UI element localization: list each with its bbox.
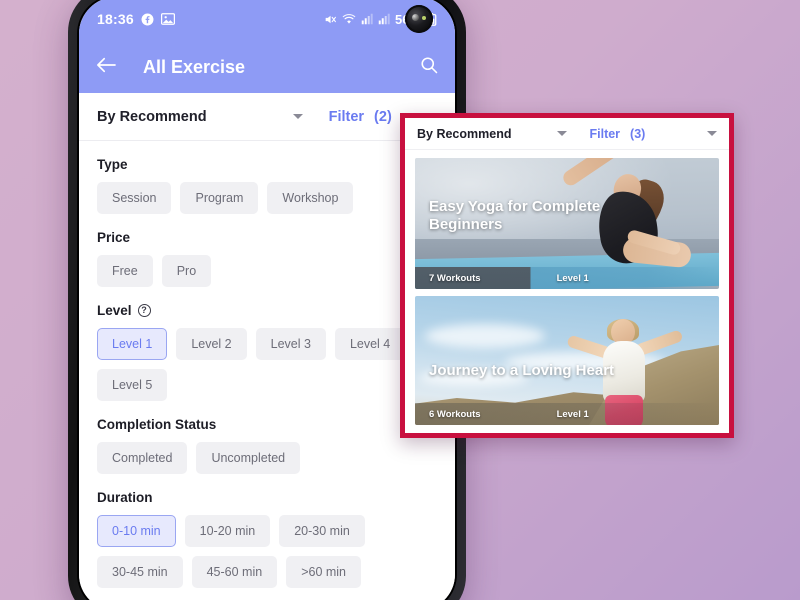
filter-chip-row: Completed Uncompleted: [97, 442, 437, 474]
wifi-icon: [342, 13, 356, 25]
course-card-footer: 6 Workouts Level 1: [415, 403, 719, 425]
course-workouts-count: 6 Workouts: [429, 408, 481, 420]
course-card-footer: 7 Workouts Level 1: [415, 267, 719, 289]
filter-chip[interactable]: Workshop: [267, 182, 354, 214]
course-level-badge: Level 1: [556, 408, 589, 420]
course-level-badge: Level 1: [556, 272, 589, 284]
facebook-icon: [141, 13, 154, 26]
filter-chip[interactable]: Level 5: [97, 369, 168, 401]
filter-count-badge: (2): [374, 108, 392, 125]
chevron-down-icon[interactable]: [707, 131, 717, 136]
filter-chip[interactable]: 0-10 min: [97, 515, 176, 547]
status-bar: 18:36: [79, 0, 455, 41]
filter-chip-row: 0-10 min 10-20 min 20-30 min 30-45 min 45-60…: [97, 515, 437, 588]
course-workouts-count: 7 Workouts: [429, 272, 481, 284]
course-card-title: Easy Yoga for Complete Beginners: [429, 198, 601, 234]
filter-chip[interactable]: Completed: [97, 442, 188, 474]
chevron-down-icon[interactable]: [557, 131, 568, 136]
filter-group: Price Free Pro: [97, 230, 437, 287]
front-camera-punchhole: [405, 5, 433, 33]
filter-group-title: Completion Status: [97, 417, 437, 432]
course-card[interactable]: Easy Yoga for Complete Beginners 7 Worko…: [415, 158, 719, 289]
filter-chip-row: Session Program Workshop: [97, 182, 437, 214]
filter-group-label: Price: [97, 230, 131, 245]
filter-group-label: Completion Status: [97, 417, 217, 432]
filter-chip[interactable]: Level 1: [97, 328, 168, 360]
course-card-title: Journey to a Loving Heart: [429, 362, 615, 379]
filter-chip[interactable]: 30-45 min: [97, 556, 183, 588]
filter-chip[interactable]: Level 4: [334, 328, 406, 360]
filter-group: Level? Level 1 Level 2 Level 3 Level 4 Level …: [97, 303, 437, 401]
mute-icon: [323, 13, 337, 26]
filter-chip[interactable]: 20-30 min: [279, 515, 365, 547]
filter-group-label: Type: [97, 157, 128, 172]
filter-chip[interactable]: Uncompleted: [196, 442, 301, 474]
page-title: All Exercise: [143, 56, 246, 77]
status-bar-left: 18:36: [97, 11, 175, 27]
filter-group-label: Level: [97, 303, 132, 318]
search-icon[interactable]: [419, 55, 439, 80]
filter-group-title: Price: [97, 230, 437, 245]
filter-chip[interactable]: Level 2: [176, 328, 247, 360]
filter-chip[interactable]: Program: [180, 182, 259, 214]
filter-chip[interactable]: >60 min: [286, 556, 362, 588]
filter-chip[interactable]: 10-20 min: [184, 515, 271, 547]
filter-group-title: Level?: [97, 303, 437, 318]
filter-panel: Type Session Program Workshop Price Free Pro Le…: [79, 141, 455, 600]
status-time: 18:36: [97, 11, 134, 27]
filter-chip[interactable]: 45-60 min: [191, 556, 278, 588]
filter-group: Duration 0-10 min 10-20 min 20-30 min 30-45 …: [97, 490, 437, 588]
signal-2-icon: [378, 13, 390, 25]
sort-filter-bar: By Recommend Filter (2): [79, 93, 455, 141]
inset-sort-filter-bar: By Recommend Filter (3): [405, 118, 729, 150]
signal-1-icon: [361, 13, 373, 25]
filter-group: Completion Status Completed Uncompleted: [97, 417, 437, 474]
filter-group: Type Session Program Workshop: [97, 157, 437, 214]
sort-dropdown-label[interactable]: By Recommend: [97, 109, 207, 125]
inset-filter-count-badge: (3): [630, 126, 646, 141]
filter-chip[interactable]: Level 3: [255, 328, 326, 360]
help-circle-icon[interactable]: ?: [137, 304, 151, 317]
filter-chip[interactable]: Session: [97, 182, 172, 214]
inset-filter-button[interactable]: Filter: [589, 127, 620, 141]
filter-chip-row: Free Pro: [97, 255, 437, 287]
filter-group-title: Type: [97, 157, 437, 172]
app-bar: All Exercise: [79, 41, 455, 93]
filter-chip-row: Level 1 Level 2 Level 3 Level 4 Level 5: [97, 328, 437, 401]
course-card-list: Easy Yoga for Complete Beginners 7 Worko…: [405, 150, 729, 433]
back-arrow-icon[interactable]: [95, 56, 117, 79]
filter-chip[interactable]: Pro: [161, 255, 212, 287]
filter-group-label: Duration: [97, 490, 153, 505]
zoom-callout-panel: By Recommend Filter (3) Easy Yoga for Co…: [400, 113, 734, 438]
filter-chip[interactable]: Free: [97, 255, 153, 287]
filter-group-title: Duration: [97, 490, 437, 505]
gallery-icon: [160, 13, 175, 25]
chevron-down-icon[interactable]: [292, 114, 303, 119]
filter-button[interactable]: Filter: [329, 109, 364, 125]
course-card[interactable]: Journey to a Loving Heart 6 Workouts Lev…: [415, 296, 719, 425]
inset-sort-dropdown-label[interactable]: By Recommend: [417, 127, 511, 141]
